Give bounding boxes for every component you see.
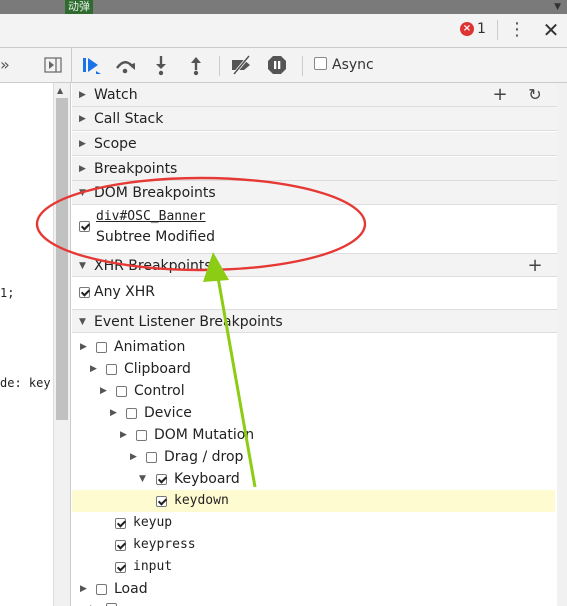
step-out-icon[interactable] — [185, 53, 207, 77]
event-category-label: Animation — [114, 339, 186, 355]
section-title: Call Stack — [94, 111, 164, 127]
event-category-label: Keyboard — [174, 471, 240, 487]
input-checkbox[interactable] — [115, 562, 126, 573]
expand-arrow-icon[interactable]: ▶ — [110, 403, 117, 423]
close-icon[interactable]: ✕ — [540, 18, 562, 42]
event-listener-breakpoints-section-header[interactable]: ▼ Event Listener Breakpoints — [72, 309, 557, 333]
event-category-label: Load — [114, 581, 148, 597]
expand-arrow-icon: ▶ — [79, 114, 86, 124]
xhr-breakpoint-item: Any XHR — [72, 279, 557, 307]
highlighted-row — [72, 490, 555, 512]
deactivate-breakpoints-icon[interactable] — [229, 53, 255, 77]
divider — [219, 56, 220, 76]
refresh-icon[interactable]: ↻ — [525, 83, 545, 107]
expand-arrow-icon[interactable]: ▶ — [100, 381, 107, 401]
add-icon[interactable]: + — [490, 83, 510, 107]
expand-arrow-icon[interactable]: ▶ — [80, 579, 87, 599]
expand-arrow-icon[interactable]: ▶ — [130, 447, 137, 467]
call-stack-section-header[interactable]: ▶ Call Stack — [72, 107, 557, 131]
code-scrollbar-thumb[interactable] — [56, 98, 68, 420]
xhr-breakpoints-section-header[interactable]: ▼ XHR Breakpoints + — [72, 253, 557, 277]
clipboard-checkbox[interactable] — [106, 364, 117, 375]
scope-section-header[interactable]: ▶ Scope — [72, 132, 557, 156]
toggle-sidebar-icon[interactable] — [44, 57, 62, 73]
async-label: Async — [332, 57, 374, 73]
dropdown-arrow-icon[interactable]: ▼ — [554, 1, 561, 13]
section-title: Breakpoints — [94, 161, 178, 177]
any-xhr-label: Any XHR — [94, 284, 156, 300]
top-tab-label: 动弹 — [65, 0, 93, 14]
dom-breakpoint-node-link[interactable]: div#OSC_Banner — [96, 207, 206, 227]
section-title: Watch — [94, 87, 138, 103]
drag-drop-checkbox[interactable] — [146, 452, 157, 463]
expand-arrow-icon[interactable]: ▶ — [90, 359, 97, 379]
device-checkbox[interactable] — [126, 408, 137, 419]
dom-breakpoint-type: Subtree Modified — [96, 229, 215, 245]
dom-mutation-checkbox[interactable] — [136, 430, 147, 441]
step-over-icon[interactable] — [114, 53, 136, 77]
keyboard-checkbox[interactable] — [156, 474, 167, 485]
error-count[interactable]: 1 — [477, 20, 486, 38]
event-category-label: DOM Mutation — [154, 427, 255, 443]
event-category-label: Device — [144, 405, 192, 421]
divider — [71, 48, 72, 83]
code-line: 1; — [0, 286, 15, 300]
more-tabs-icon[interactable]: » — [0, 53, 14, 77]
more-options-icon[interactable]: ⋮ — [508, 19, 526, 41]
code-line: de: key — [0, 376, 51, 390]
async-checkbox[interactable] — [314, 57, 327, 70]
load-checkbox[interactable] — [96, 584, 107, 595]
animation-checkbox[interactable] — [96, 342, 107, 353]
section-title: Scope — [94, 136, 137, 152]
event-label: keyup — [133, 515, 173, 530]
expand-arrow-icon[interactable]: ▶ — [80, 337, 87, 357]
section-title: DOM Breakpoints — [94, 185, 216, 201]
collapse-arrow-icon: ▼ — [79, 317, 86, 327]
event-category-label: Drag / drop — [164, 449, 244, 465]
add-icon[interactable]: + — [525, 254, 545, 278]
expand-arrow-icon: ▶ — [79, 90, 86, 100]
event-category-label: Control — [134, 383, 185, 399]
section-title: XHR Breakpoints — [94, 258, 212, 274]
event-category-label: Clipboard — [124, 361, 191, 377]
event-label: keypress — [133, 537, 196, 552]
keydown-checkbox[interactable] — [156, 496, 167, 507]
expand-arrow-icon: ▶ — [79, 164, 86, 174]
event-label: keydown — [174, 493, 229, 508]
control-checkbox[interactable] — [116, 386, 127, 397]
divider — [497, 20, 498, 40]
section-title: Event Listener Breakpoints — [94, 314, 283, 330]
watch-section-header[interactable]: ▶ Watch + ↻ — [72, 83, 557, 107]
keyup-checkbox[interactable] — [115, 518, 126, 529]
any-xhr-checkbox[interactable] — [79, 287, 90, 298]
collapse-arrow-icon: ▼ — [79, 188, 86, 198]
expand-arrow-icon[interactable]: ▶ — [120, 425, 127, 445]
collapse-arrow-icon[interactable]: ▼ — [139, 469, 146, 489]
error-icon[interactable]: × — [460, 22, 474, 36]
keypress-checkbox[interactable] — [115, 540, 126, 551]
resume-icon[interactable] — [80, 53, 102, 77]
divider — [302, 56, 303, 76]
dom-breakpoint-checkbox[interactable] — [79, 221, 90, 232]
expand-arrow-icon[interactable]: ▶ — [90, 599, 97, 606]
sidebar-scrollbar[interactable] — [557, 83, 567, 606]
dom-breakpoint-item: div#OSC_Banner Subtree Modified — [72, 205, 557, 253]
source-code-pane[interactable]: 1; de: key — [0, 83, 53, 606]
collapse-arrow-icon: ▼ — [79, 261, 86, 271]
breakpoints-section-header[interactable]: ▶ Breakpoints — [72, 157, 557, 181]
scroll-up-arrow-icon[interactable]: ▲ — [57, 86, 63, 95]
expand-arrow-icon: ▶ — [79, 139, 86, 149]
dom-breakpoints-section-header[interactable]: ▼ DOM Breakpoints — [72, 181, 557, 205]
step-into-icon[interactable] — [150, 53, 172, 77]
pause-on-exceptions-icon[interactable] — [266, 53, 288, 77]
debugger-sidebar: ▶ Watch + ↻ ▶ Call Stack ▶ Scope ▶ Break… — [72, 83, 557, 606]
event-label: input — [133, 559, 173, 574]
